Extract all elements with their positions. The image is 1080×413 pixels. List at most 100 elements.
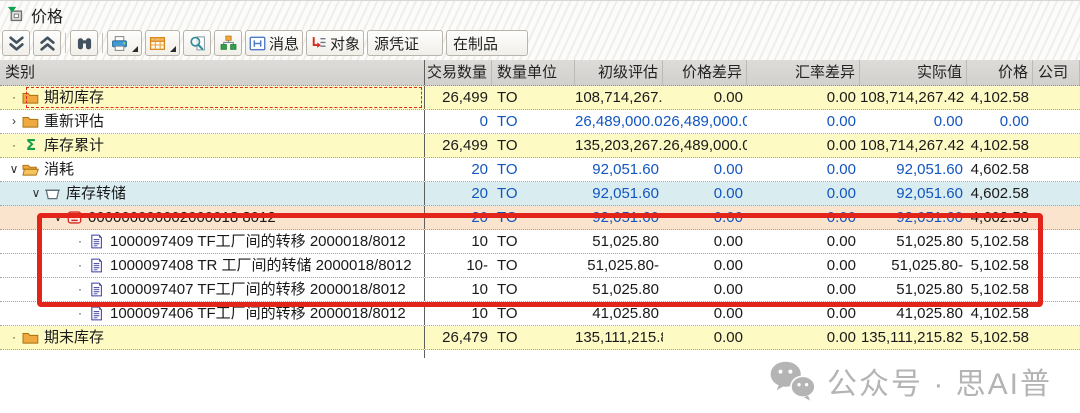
cell-fx_diff: 0.00	[747, 86, 860, 109]
table-row[interactable]: ·1000097406 TF工厂间的转移 2000018/801210TO41,…	[0, 302, 1080, 326]
cell-price: 5,102.58	[967, 278, 1033, 301]
bullet-icon: ·	[6, 134, 22, 157]
grid-footer	[0, 350, 425, 358]
cell-qty: 26,479	[425, 326, 492, 349]
cell-price_diff: 0.00	[663, 206, 747, 229]
cell-actual: 92,051.60	[860, 158, 967, 181]
table-row[interactable]: ·1000097409 TF工厂间的转移 2000018/801210TO51,…	[0, 230, 1080, 254]
toolbar: 消息 对象 源凭证 在制品	[0, 28, 1080, 60]
cell-actual: 51,025.80	[860, 278, 967, 301]
column-header-1[interactable]: 交易数量	[425, 60, 492, 85]
double-chevron-down-icon	[8, 35, 25, 52]
sigma-icon: Σ	[22, 138, 40, 154]
work-in-process-button-label: 在制品	[453, 33, 498, 54]
cell-qty: 0	[425, 110, 492, 133]
cell-initial: 41,025.80	[575, 302, 663, 325]
cell-price_diff: 0.00	[663, 230, 747, 253]
cell-qty: 20	[425, 182, 492, 205]
expand-all-button[interactable]	[33, 30, 61, 56]
chevron-right-icon[interactable]: ›	[6, 110, 22, 133]
watermark: 公众号 · 思AI普	[769, 359, 1052, 403]
table-row[interactable]: ›重新评估0TO26,489,000.0026,489,000.00-0.000…	[0, 110, 1080, 134]
print-button[interactable]	[107, 30, 142, 56]
cell-price_diff: 26,489,000.00-	[663, 110, 747, 133]
hierarchy-view-button[interactable]	[214, 30, 242, 56]
cell-price: 4,602.58	[967, 158, 1033, 181]
bullet-icon: ·	[6, 326, 22, 349]
source-document-button[interactable]: 源凭证	[367, 30, 443, 56]
cell-price: 4,102.58	[967, 302, 1033, 325]
cell-price: 5,102.58	[967, 326, 1033, 349]
cell-actual: 51,025.80-	[860, 254, 967, 277]
cell-price_diff: 0.00	[663, 302, 747, 325]
grid-header: 类别交易数量数量单位初级评估价格差异汇率差异实际值价格公司	[0, 60, 1080, 86]
column-header-4[interactable]: 价格差异	[663, 60, 747, 85]
collapse-all-button[interactable]	[2, 30, 30, 56]
layout-export-button[interactable]	[145, 30, 180, 56]
grid-body: ·期初库存26,499TO108,714,267.420.000.00108,7…	[0, 86, 1080, 350]
cell-qty: 10	[425, 278, 492, 301]
objects-button[interactable]: 对象	[306, 30, 364, 56]
window-chrome: 价格	[0, 0, 1080, 60]
cell-price: 4,102.58	[967, 86, 1033, 109]
dropdown-triangle-icon	[132, 46, 138, 52]
tree-view-icon	[7, 6, 24, 23]
table-row[interactable]: ∨消耗20TO92,051.600.000.0092,051.604,602.5…	[0, 158, 1080, 182]
column-header-6[interactable]: 实际值	[860, 60, 967, 85]
find-button[interactable]	[70, 30, 98, 56]
work-in-process-button[interactable]: 在制品	[446, 30, 528, 56]
category-label: 重新评估	[44, 110, 104, 133]
messages-button[interactable]: 消息	[245, 30, 303, 56]
column-header-2[interactable]: 数量单位	[492, 60, 575, 85]
cell-company	[1033, 278, 1080, 301]
cell-company	[1033, 206, 1080, 229]
cell-price_diff: 0.00	[663, 182, 747, 205]
cell-company	[1033, 230, 1080, 253]
cell-initial: 92,051.60	[575, 158, 663, 181]
cell-qty: 20	[425, 158, 492, 181]
messages-button-label: 消息	[269, 33, 299, 54]
cell-initial: 135,111,215.82	[575, 326, 663, 349]
cell-qty: 10	[425, 230, 492, 253]
table-row[interactable]: ∨000000000002000018 801220TO92,051.600.0…	[0, 206, 1080, 230]
doc-icon	[88, 306, 106, 322]
cell-company	[1033, 134, 1080, 157]
cell-price: 4,602.58	[967, 182, 1033, 205]
column-header-7[interactable]: 价格	[967, 60, 1033, 85]
cell-price: 4,102.58	[967, 134, 1033, 157]
cell-company	[1033, 254, 1080, 277]
cell-qty: 10-	[425, 254, 492, 277]
column-header-8[interactable]: 公司	[1033, 60, 1080, 85]
cell-price_diff: 0.00	[663, 254, 747, 277]
column-header-3[interactable]: 初级评估	[575, 60, 663, 85]
bin-icon	[44, 186, 62, 202]
detail-display-button[interactable]	[183, 30, 211, 56]
cell-price_diff: 0.00	[663, 278, 747, 301]
column-header-0[interactable]: 类别	[0, 60, 425, 85]
chevron-down-icon[interactable]: ∨	[6, 158, 22, 181]
chevron-down-icon[interactable]: ∨	[28, 182, 44, 205]
cell-unit: TO	[492, 278, 575, 301]
cell-unit: TO	[492, 206, 575, 229]
title-bar: 价格	[0, 1, 1080, 28]
cell-company	[1033, 86, 1080, 109]
cell-fx_diff: 0.00	[747, 110, 860, 133]
cell-fx_diff: 0.00	[747, 182, 860, 205]
cell-fx_diff: 0.00	[747, 326, 860, 349]
cell-initial: 135,203,267.42	[575, 134, 663, 157]
chevron-down-icon[interactable]: ∨	[50, 206, 66, 229]
table-row[interactable]: ∨库存转储20TO92,051.600.000.0092,051.604,602…	[0, 182, 1080, 206]
objects-button-label: 对象	[330, 33, 360, 54]
category-label: 1000097408 TR 工厂间的转储 2000018/8012	[110, 254, 412, 277]
cell-actual: 0.00	[860, 110, 967, 133]
table-row[interactable]: ·1000097407 TF工厂间的转移 2000018/801210TO51,…	[0, 278, 1080, 302]
column-header-5[interactable]: 汇率差异	[747, 60, 860, 85]
cell-qty: 26,499	[425, 134, 492, 157]
table-row[interactable]: ·期末库存26,479TO135,111,215.820.000.00135,1…	[0, 326, 1080, 350]
table-row[interactable]: ·1000097408 TR 工厂间的转储 2000018/801210-TO5…	[0, 254, 1080, 278]
folder-icon	[22, 330, 40, 346]
double-chevron-up-icon	[39, 35, 56, 52]
table-row[interactable]: ·期初库存26,499TO108,714,267.420.000.00108,7…	[0, 86, 1080, 110]
table-row[interactable]: ·Σ库存累计26,499TO135,203,267.4226,489,000.0…	[0, 134, 1080, 158]
cell-fx_diff: 0.00	[747, 278, 860, 301]
